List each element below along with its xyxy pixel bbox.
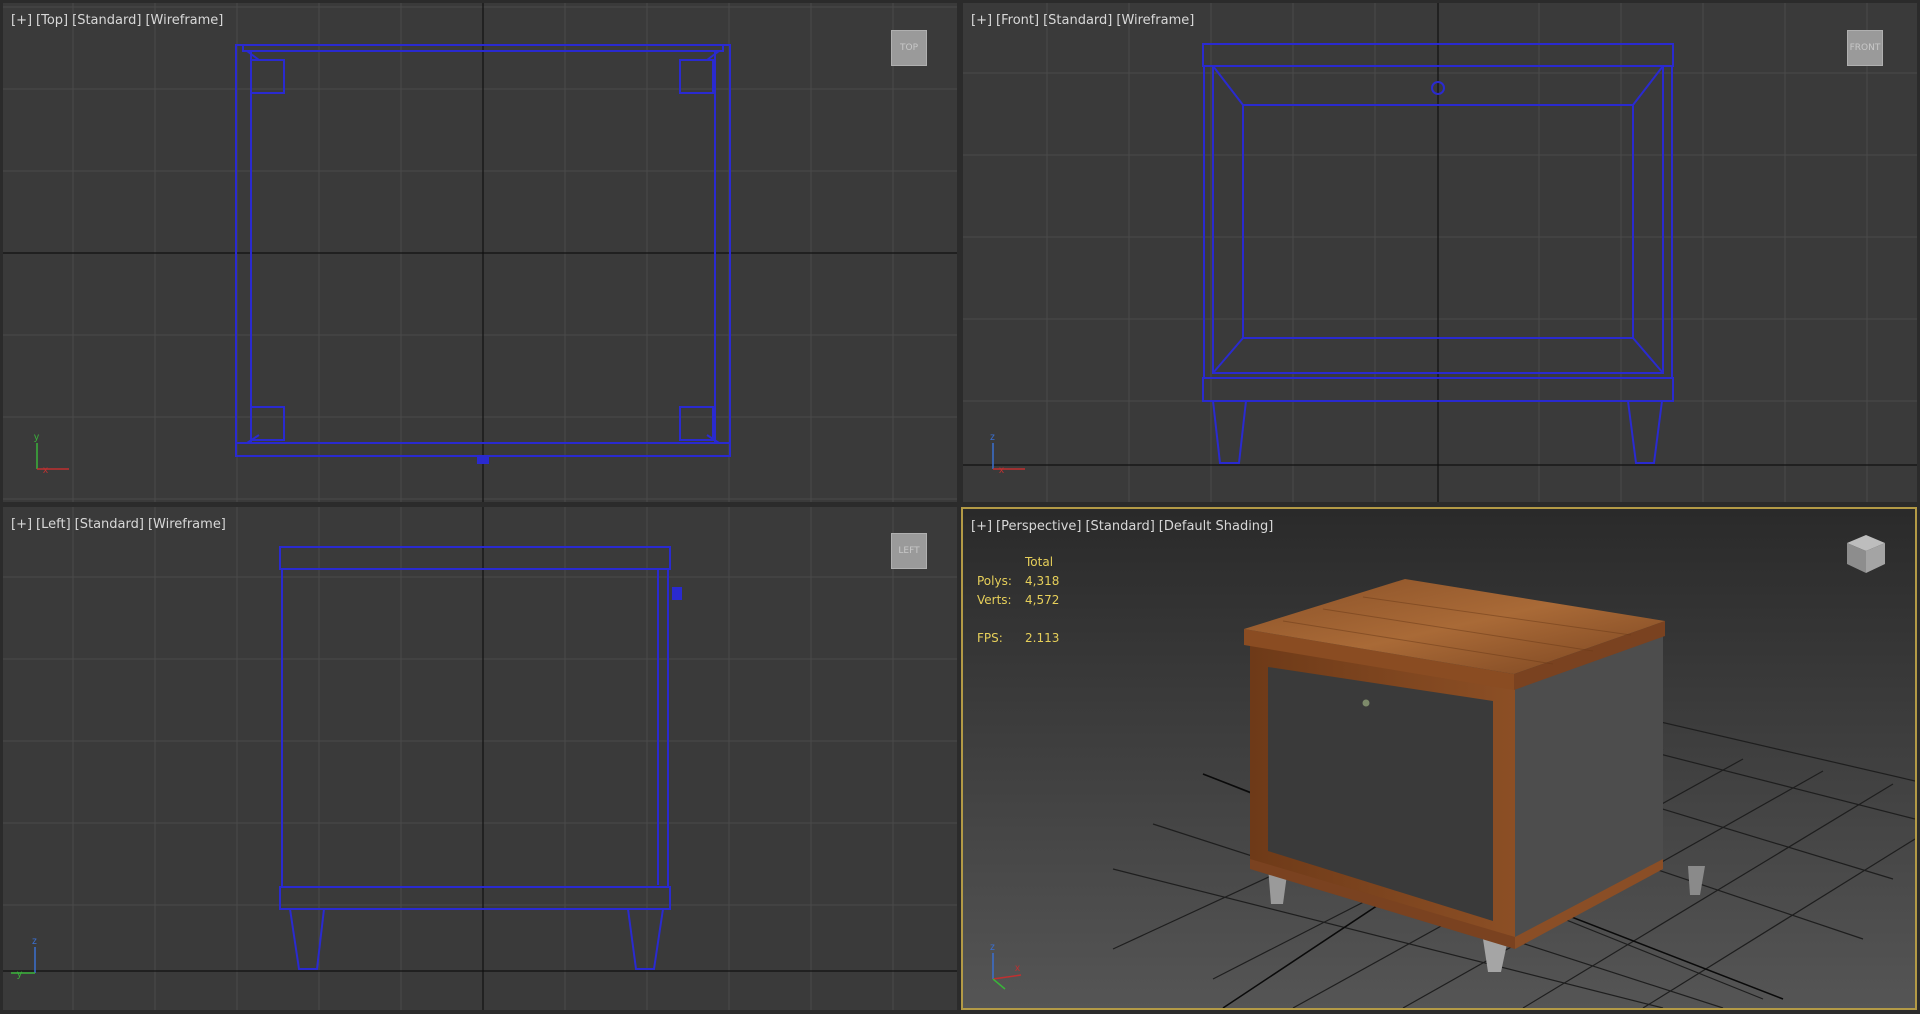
viewcube-left[interactable]: LEFT <box>891 533 927 569</box>
verts-value: 4,572 <box>1025 593 1060 607</box>
perspective-view-canvas[interactable]: z x <box>963 509 1915 1008</box>
viewport-top[interactable]: y x [+] [Top] [Standard] [Wireframe] TOP <box>3 3 957 502</box>
viewport-shading[interactable]: [Wireframe] <box>1116 13 1194 28</box>
stats-header: Total <box>1025 555 1054 569</box>
viewport-left[interactable]: z y [+] [Left] [Standard] [Wireframe] LEFT <box>3 507 957 1010</box>
axis-label-x: x <box>999 465 1004 476</box>
viewport-shading[interactable]: [Default Shading] <box>1159 519 1274 534</box>
viewport-label-top[interactable]: [+] [Top] [Standard] [Wireframe] <box>11 13 227 28</box>
axis-label-y: y <box>34 432 39 443</box>
viewport-view-name[interactable]: [Front] <box>996 13 1039 28</box>
fps-label: FPS: <box>977 631 1003 645</box>
left-view-canvas[interactable]: z y <box>3 507 957 1010</box>
drawer-knob-3d <box>1361 698 1371 708</box>
nightstand-wireframe-left <box>279 546 671 970</box>
drawer-knob-left <box>672 587 682 600</box>
viewport-view-name[interactable]: [Left] <box>36 517 71 532</box>
axis-gizmo-front: z x <box>990 432 1025 476</box>
axis-label-z: z <box>990 942 995 953</box>
viewport-menu-plus[interactable]: [+] <box>11 517 32 532</box>
axis-label-y: y <box>17 969 22 980</box>
drawer-knob-top <box>477 456 489 464</box>
polys-label: Polys: <box>977 574 1012 588</box>
viewport-preset[interactable]: [Standard] <box>72 13 141 28</box>
viewport-view-name[interactable]: [Perspective] <box>996 519 1081 534</box>
viewport-preset[interactable]: [Standard] <box>75 517 144 532</box>
viewport-menu-plus[interactable]: [+] <box>11 13 32 28</box>
viewport-preset[interactable]: [Standard] <box>1085 519 1154 534</box>
viewport-view-name[interactable]: [Top] <box>36 13 68 28</box>
top-view-canvas[interactable]: y x <box>3 3 957 502</box>
polys-value: 4,318 <box>1025 574 1060 588</box>
viewcube-top[interactable]: TOP <box>891 30 927 66</box>
viewport-label-front[interactable]: [+] [Front] [Standard] [Wireframe] <box>971 13 1198 28</box>
front-view-canvas[interactable]: z x <box>963 3 1917 502</box>
axis-gizmo-top: y x <box>34 432 69 476</box>
viewport-menu-plus[interactable]: [+] <box>971 13 992 28</box>
fps-value: 2.113 <box>1025 631 1060 645</box>
axis-label-x: x <box>1015 963 1020 974</box>
viewport-menu-plus[interactable]: [+] <box>971 519 992 534</box>
viewport-label-perspective[interactable]: [+] [Perspective] [Standard] [Default Shadi… <box>971 519 1277 534</box>
verts-label: Verts: <box>977 593 1012 607</box>
axis-gizmo-left: z y <box>11 936 37 980</box>
viewcube-perspective[interactable] <box>1843 531 1889 577</box>
axis-label-z: z <box>990 432 995 443</box>
viewport-label-left[interactable]: [+] [Left] [Standard] [Wireframe] <box>11 517 230 532</box>
axis-label-z: z <box>32 936 37 947</box>
statistics-overlay: Total Polys: 4,318 Verts: 4,572 FPS: 2.113 <box>977 553 1059 648</box>
viewcube-icon <box>1847 535 1885 573</box>
axis-label-x: x <box>43 465 48 476</box>
viewport-perspective[interactable]: z x [+] [Perspective] [Standard] [Default S… <box>961 507 1917 1010</box>
viewport-shading[interactable]: [Wireframe] <box>145 13 223 28</box>
viewcube-front[interactable]: FRONT <box>1847 30 1883 66</box>
viewport-front[interactable]: z x [+] [Front] [Standard] [Wireframe] FRON… <box>963 3 1917 502</box>
viewport-preset[interactable]: [Standard] <box>1043 13 1112 28</box>
viewport-shading[interactable]: [Wireframe] <box>148 517 226 532</box>
